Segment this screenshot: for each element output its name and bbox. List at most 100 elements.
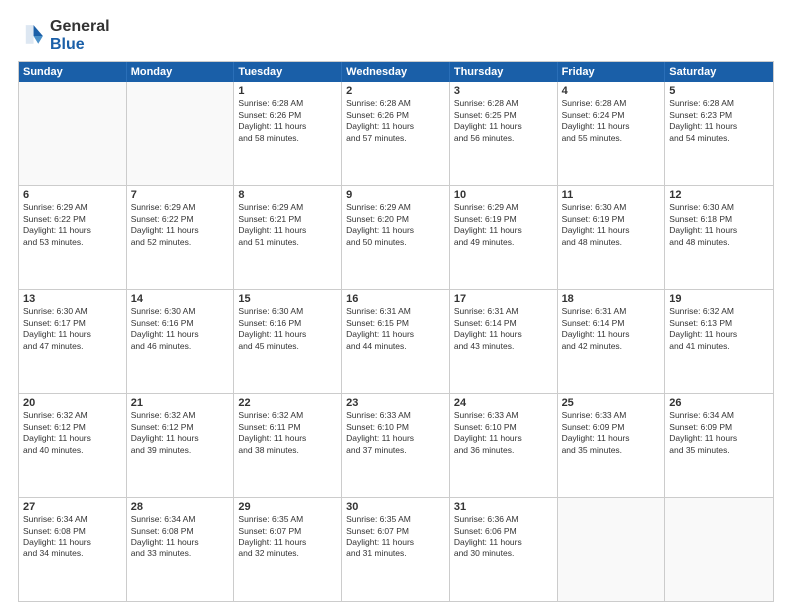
day-number: 3 <box>454 85 553 97</box>
calendar-cell: 23Sunrise: 6:33 AMSunset: 6:10 PMDayligh… <box>342 394 450 497</box>
day-info: Sunrise: 6:30 AMSunset: 6:18 PMDaylight:… <box>669 202 769 248</box>
day-info: Sunrise: 6:31 AMSunset: 6:14 PMDaylight:… <box>454 306 553 352</box>
day-number: 7 <box>131 189 230 201</box>
calendar-cell: 9Sunrise: 6:29 AMSunset: 6:20 PMDaylight… <box>342 186 450 289</box>
header-day-saturday: Saturday <box>665 62 773 82</box>
day-number: 21 <box>131 397 230 409</box>
day-info: Sunrise: 6:36 AMSunset: 6:06 PMDaylight:… <box>454 514 553 560</box>
day-info: Sunrise: 6:35 AMSunset: 6:07 PMDaylight:… <box>238 514 337 560</box>
day-info: Sunrise: 6:34 AMSunset: 6:09 PMDaylight:… <box>669 410 769 456</box>
logo-text: General Blue <box>50 18 110 53</box>
day-info: Sunrise: 6:34 AMSunset: 6:08 PMDaylight:… <box>131 514 230 560</box>
day-info: Sunrise: 6:31 AMSunset: 6:14 PMDaylight:… <box>562 306 661 352</box>
day-number: 25 <box>562 397 661 409</box>
header-day-friday: Friday <box>558 62 666 82</box>
day-number: 29 <box>238 501 337 513</box>
day-info: Sunrise: 6:28 AMSunset: 6:25 PMDaylight:… <box>454 98 553 144</box>
calendar-cell: 1Sunrise: 6:28 AMSunset: 6:26 PMDaylight… <box>234 82 342 185</box>
calendar-cell: 27Sunrise: 6:34 AMSunset: 6:08 PMDayligh… <box>19 498 127 601</box>
day-number: 5 <box>669 85 769 97</box>
day-number: 22 <box>238 397 337 409</box>
day-info: Sunrise: 6:34 AMSunset: 6:08 PMDaylight:… <box>23 514 122 560</box>
day-info: Sunrise: 6:32 AMSunset: 6:11 PMDaylight:… <box>238 410 337 456</box>
day-number: 24 <box>454 397 553 409</box>
calendar-cell: 5Sunrise: 6:28 AMSunset: 6:23 PMDaylight… <box>665 82 773 185</box>
day-info: Sunrise: 6:30 AMSunset: 6:16 PMDaylight:… <box>131 306 230 352</box>
calendar-cell <box>19 82 127 185</box>
day-info: Sunrise: 6:32 AMSunset: 6:13 PMDaylight:… <box>669 306 769 352</box>
day-info: Sunrise: 6:33 AMSunset: 6:10 PMDaylight:… <box>346 410 445 456</box>
calendar-cell: 10Sunrise: 6:29 AMSunset: 6:19 PMDayligh… <box>450 186 558 289</box>
day-number: 13 <box>23 293 122 305</box>
calendar-cell: 15Sunrise: 6:30 AMSunset: 6:16 PMDayligh… <box>234 290 342 393</box>
day-info: Sunrise: 6:28 AMSunset: 6:26 PMDaylight:… <box>346 98 445 144</box>
day-info: Sunrise: 6:28 AMSunset: 6:24 PMDaylight:… <box>562 98 661 144</box>
day-number: 30 <box>346 501 445 513</box>
calendar-cell: 2Sunrise: 6:28 AMSunset: 6:26 PMDaylight… <box>342 82 450 185</box>
day-number: 16 <box>346 293 445 305</box>
header-day-tuesday: Tuesday <box>234 62 342 82</box>
day-info: Sunrise: 6:30 AMSunset: 6:17 PMDaylight:… <box>23 306 122 352</box>
calendar-cell: 18Sunrise: 6:31 AMSunset: 6:14 PMDayligh… <box>558 290 666 393</box>
day-number: 17 <box>454 293 553 305</box>
header-day-sunday: Sunday <box>19 62 127 82</box>
day-info: Sunrise: 6:29 AMSunset: 6:21 PMDaylight:… <box>238 202 337 248</box>
day-info: Sunrise: 6:30 AMSunset: 6:16 PMDaylight:… <box>238 306 337 352</box>
day-number: 20 <box>23 397 122 409</box>
day-number: 2 <box>346 85 445 97</box>
calendar-cell: 26Sunrise: 6:34 AMSunset: 6:09 PMDayligh… <box>665 394 773 497</box>
day-number: 6 <box>23 189 122 201</box>
calendar-cell: 3Sunrise: 6:28 AMSunset: 6:25 PMDaylight… <box>450 82 558 185</box>
day-number: 14 <box>131 293 230 305</box>
day-info: Sunrise: 6:29 AMSunset: 6:22 PMDaylight:… <box>23 202 122 248</box>
calendar-cell: 21Sunrise: 6:32 AMSunset: 6:12 PMDayligh… <box>127 394 235 497</box>
day-number: 28 <box>131 501 230 513</box>
day-info: Sunrise: 6:29 AMSunset: 6:22 PMDaylight:… <box>131 202 230 248</box>
calendar-header: SundayMondayTuesdayWednesdayThursdayFrid… <box>19 62 773 82</box>
header-day-wednesday: Wednesday <box>342 62 450 82</box>
calendar-cell: 7Sunrise: 6:29 AMSunset: 6:22 PMDaylight… <box>127 186 235 289</box>
page: General Blue SundayMondayTuesdayWednesda… <box>0 0 792 612</box>
calendar-cell: 6Sunrise: 6:29 AMSunset: 6:22 PMDaylight… <box>19 186 127 289</box>
calendar-row-1: 6Sunrise: 6:29 AMSunset: 6:22 PMDaylight… <box>19 185 773 289</box>
calendar-row-4: 27Sunrise: 6:34 AMSunset: 6:08 PMDayligh… <box>19 497 773 601</box>
calendar-cell <box>558 498 666 601</box>
day-number: 11 <box>562 189 661 201</box>
calendar-cell: 19Sunrise: 6:32 AMSunset: 6:13 PMDayligh… <box>665 290 773 393</box>
day-info: Sunrise: 6:29 AMSunset: 6:19 PMDaylight:… <box>454 202 553 248</box>
calendar-cell: 8Sunrise: 6:29 AMSunset: 6:21 PMDaylight… <box>234 186 342 289</box>
calendar-cell: 24Sunrise: 6:33 AMSunset: 6:10 PMDayligh… <box>450 394 558 497</box>
day-number: 19 <box>669 293 769 305</box>
day-number: 4 <box>562 85 661 97</box>
day-info: Sunrise: 6:31 AMSunset: 6:15 PMDaylight:… <box>346 306 445 352</box>
calendar-cell: 30Sunrise: 6:35 AMSunset: 6:07 PMDayligh… <box>342 498 450 601</box>
header: General Blue <box>18 18 774 53</box>
day-number: 8 <box>238 189 337 201</box>
day-number: 15 <box>238 293 337 305</box>
calendar-cell <box>127 82 235 185</box>
calendar-body: 1 Sunrise: 6:28 AMSunset: 6:26 PMDaylight… <box>19 82 773 601</box>
calendar-cell: 17Sunrise: 6:31 AMSunset: 6:14 PMDayligh… <box>450 290 558 393</box>
day-number: 23 <box>346 397 445 409</box>
day-info: Sunrise: 6:32 AMSunset: 6:12 PMDaylight:… <box>23 410 122 456</box>
calendar-cell: 22Sunrise: 6:32 AMSunset: 6:11 PMDayligh… <box>234 394 342 497</box>
day-info: Sunrise: 6:28 AMSunset: 6:23 PMDaylight:… <box>669 98 769 144</box>
day-info: Sunrise: 6:33 AMSunset: 6:10 PMDaylight:… <box>454 410 553 456</box>
day-number: 1 <box>238 85 337 97</box>
calendar-cell: 28Sunrise: 6:34 AMSunset: 6:08 PMDayligh… <box>127 498 235 601</box>
calendar-cell: 11Sunrise: 6:30 AMSunset: 6:19 PMDayligh… <box>558 186 666 289</box>
day-number: 18 <box>562 293 661 305</box>
calendar-cell: 25Sunrise: 6:33 AMSunset: 6:09 PMDayligh… <box>558 394 666 497</box>
day-info: Sunrise: 6:30 AMSunset: 6:19 PMDaylight:… <box>562 202 661 248</box>
logo: General Blue <box>18 18 110 53</box>
day-number: 27 <box>23 501 122 513</box>
calendar-row-2: 13Sunrise: 6:30 AMSunset: 6:17 PMDayligh… <box>19 289 773 393</box>
day-info: Sunrise: 6:33 AMSunset: 6:09 PMDaylight:… <box>562 410 661 456</box>
day-number: 9 <box>346 189 445 201</box>
calendar-cell: 4Sunrise: 6:28 AMSunset: 6:24 PMDaylight… <box>558 82 666 185</box>
header-day-monday: Monday <box>127 62 235 82</box>
calendar-cell: 29Sunrise: 6:35 AMSunset: 6:07 PMDayligh… <box>234 498 342 601</box>
calendar-row-0: 1 Sunrise: 6:28 AMSunset: 6:26 PMDaylight… <box>19 82 773 185</box>
calendar-cell: 20Sunrise: 6:32 AMSunset: 6:12 PMDayligh… <box>19 394 127 497</box>
day-info: Sunrise: 6:29 AMSunset: 6:20 PMDaylight:… <box>346 202 445 248</box>
